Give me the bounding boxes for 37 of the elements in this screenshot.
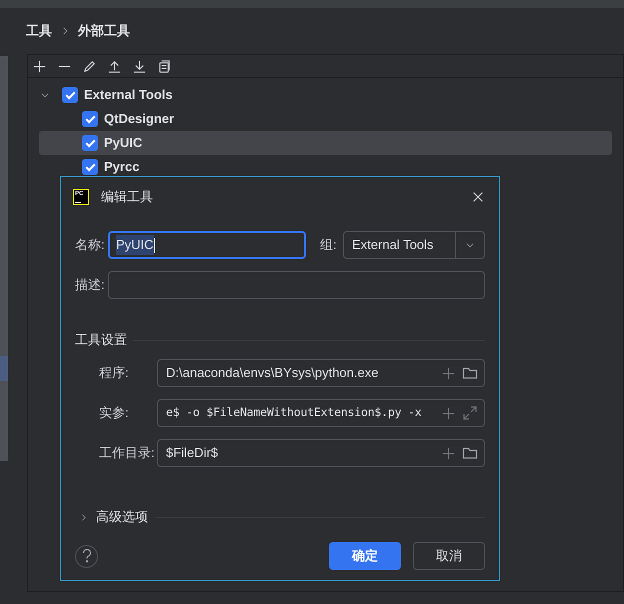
sidebar-selection: [0, 356, 8, 381]
field-label: 描述:: [75, 276, 106, 294]
field-label: 名称:: [75, 236, 106, 254]
tree-item[interactable]: QtDesigner: [39, 107, 612, 131]
close-icon[interactable]: [471, 190, 485, 204]
checkbox[interactable]: [82, 135, 98, 151]
ok-button[interactable]: 确定: [329, 542, 401, 570]
tree-item[interactable]: PyUIC: [39, 131, 612, 155]
group-dropdown[interactable]: External Tools: [343, 231, 485, 259]
folder-icon[interactable]: [462, 445, 478, 461]
section-title: 工具设置: [75, 331, 127, 350]
checkbox[interactable]: [62, 87, 78, 103]
pencil-icon[interactable]: [82, 58, 97, 74]
folder-icon[interactable]: [462, 365, 478, 381]
tree-item[interactable]: Pyrcc: [39, 155, 612, 179]
field-label: 工作目录:: [99, 444, 156, 462]
move-up-icon[interactable]: [107, 58, 122, 74]
breadcrumb-item[interactable]: 工具: [26, 21, 52, 41]
dialog-title: 编辑工具: [101, 188, 154, 206]
field-label: 程序:: [99, 364, 130, 382]
checkbox[interactable]: [82, 159, 98, 175]
checkbox[interactable]: [82, 111, 98, 127]
setting-field[interactable]: D:\anaconda\envs\BYsys\python.exe: [157, 359, 485, 387]
tree-item[interactable]: External Tools: [84, 85, 173, 105]
move-down-icon[interactable]: [132, 58, 147, 74]
name-field[interactable]: PyUIC: [108, 231, 306, 259]
cancel-button[interactable]: 取消: [413, 542, 485, 570]
setting-field[interactable]: $FileDir$: [157, 439, 485, 467]
breadcrumb-item[interactable]: 外部工具: [78, 21, 130, 41]
setting-field[interactable]: e$ -o $FileNameWithoutExtension$.py -x: [157, 399, 485, 427]
description-field[interactable]: [108, 271, 485, 299]
field-label: 实参:: [99, 404, 130, 422]
expand-icon[interactable]: [462, 405, 478, 421]
help-icon[interactable]: [75, 544, 98, 568]
copy-icon[interactable]: [157, 58, 172, 74]
advanced-options-toggle[interactable]: 高级选项: [96, 507, 148, 527]
field-label: 组:: [320, 236, 338, 254]
